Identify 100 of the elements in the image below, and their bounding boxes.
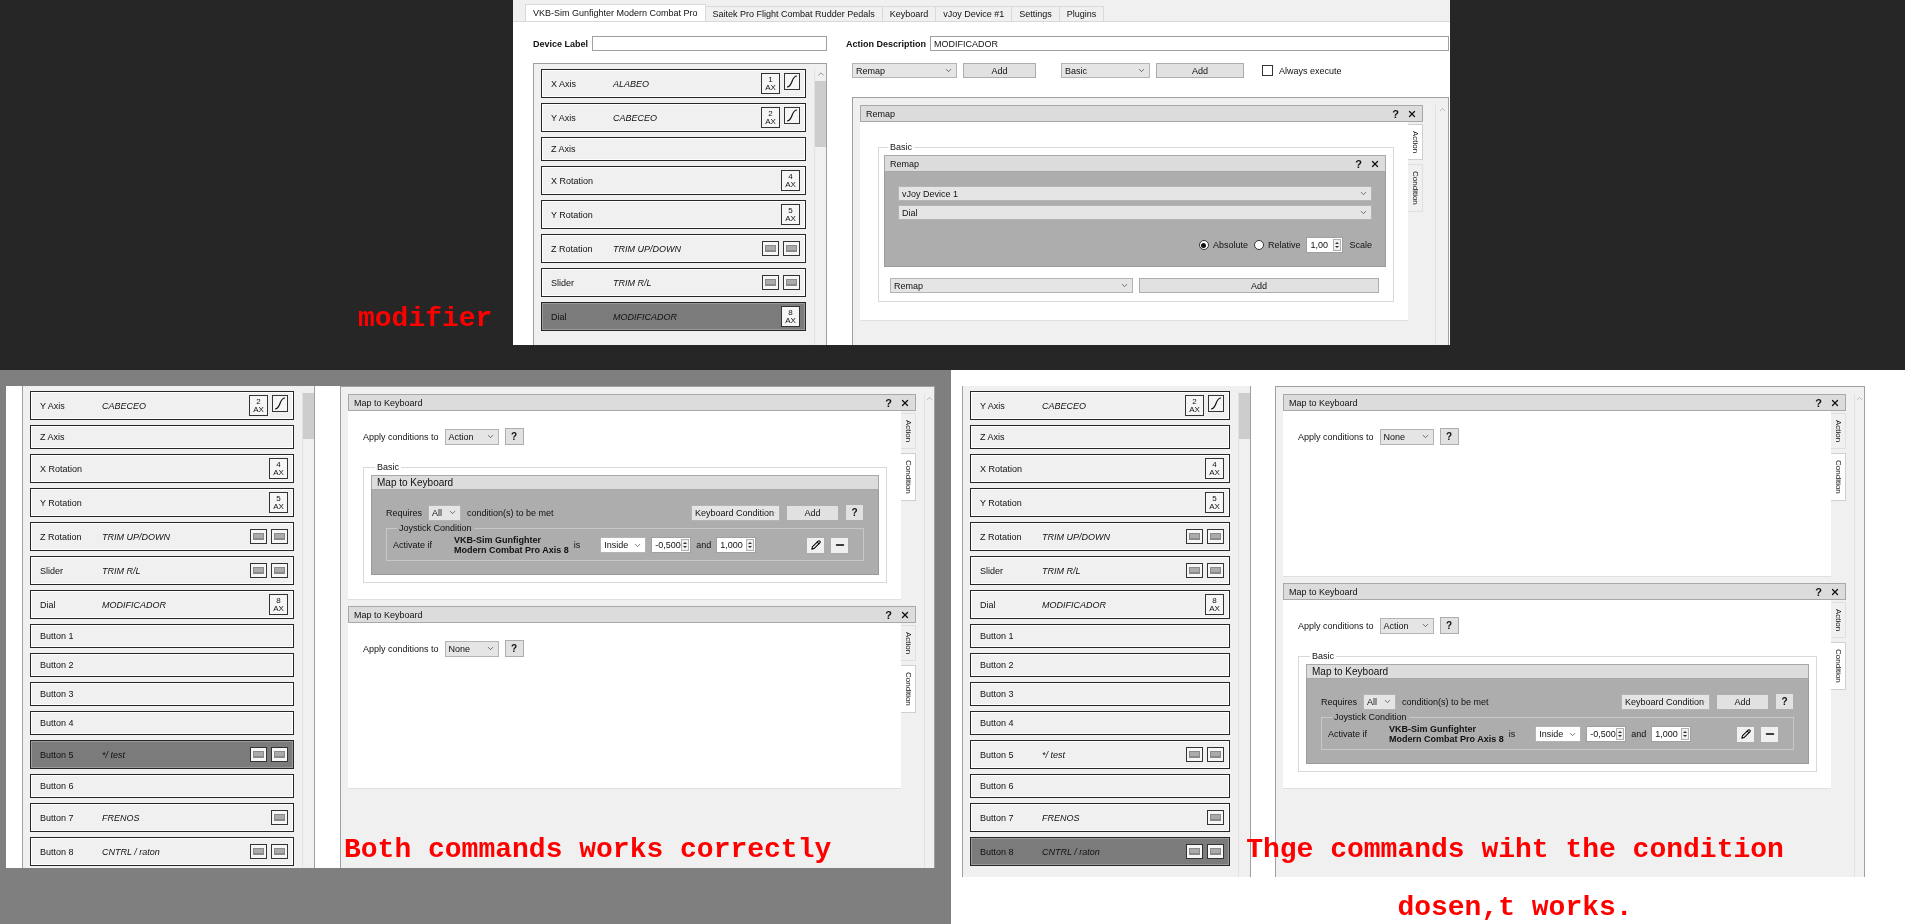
input-item[interactable]: X Rotation 4 AX [970,454,1230,483]
scrollbar-thumb[interactable] [303,393,314,439]
side-tab[interactable]: Action [1831,602,1846,639]
input-item[interactable]: Z Rotation TRIM UP/DOWN [970,522,1230,551]
help-button[interactable]: ? [504,428,524,445]
input-item[interactable]: X Axis ALABEO 1 AX [541,69,806,98]
help-button[interactable]: ? [1775,693,1794,710]
input-item[interactable]: Z Rotation TRIM UP/DOWN [541,234,806,263]
apply-dropdown[interactable]: None [444,640,499,657]
apply-dropdown[interactable]: None [1379,428,1434,445]
input-item[interactable]: Y Axis CABECEO 2 AX [541,103,806,132]
spin-arrows-icon[interactable] [1616,728,1625,740]
input-item[interactable]: Z Axis [970,425,1230,449]
help-button[interactable]: ? [845,504,864,521]
input-item[interactable]: Button 8 CNTRL / raton [30,837,294,866]
input-item[interactable]: Button 1 [30,624,294,648]
requires-dropdown[interactable]: All [428,504,462,521]
help-button[interactable]: ? [1355,157,1362,170]
lower-value-field[interactable]: -0,500 [1586,726,1627,742]
close-icon[interactable] [1407,108,1417,119]
help-button[interactable]: ? [885,396,892,409]
input-item[interactable]: Y Rotation 5 AX [541,200,806,229]
device-tab[interactable]: Plugins [1058,6,1105,21]
upper-value-field[interactable]: 1,000 [1651,726,1692,742]
input-item[interactable]: Button 4 [30,711,294,735]
input-item[interactable]: Button 2 [970,653,1230,677]
close-icon[interactable] [1370,158,1380,169]
apply-dropdown[interactable]: Action [1379,617,1434,634]
input-item[interactable]: Button 7 FRENOS [30,803,294,832]
comparison-dropdown[interactable]: Inside [1535,726,1582,742]
side-tab[interactable]: Condition [901,665,916,714]
device-tab[interactable]: VKB-Sim Gunfighter Modern Combat Pro [525,4,706,21]
side-tab[interactable]: Condition [1831,453,1846,502]
input-item[interactable]: Dial MODIFICADOR 8 AX [970,590,1230,619]
add-type-dropdown[interactable]: Remap [890,278,1133,293]
comparison-dropdown[interactable]: Inside [600,537,647,553]
side-tab[interactable]: Action [1831,413,1846,450]
side-tab[interactable]: Condition [1408,164,1423,213]
input-item[interactable]: X Rotation 4 AX [541,166,806,195]
input-item[interactable]: Button 7 FRENOS [970,803,1230,832]
condition-type-dropdown[interactable]: Keyboard Condition [1621,693,1710,710]
input-item[interactable]: Y Axis CABECEO 2 AX [970,391,1230,420]
input-item[interactable]: Y Rotation 5 AX [970,488,1230,517]
help-button[interactable]: ? [1392,107,1399,120]
lower-value-field[interactable]: -0,500 [651,537,692,553]
spin-arrows-icon[interactable] [1333,239,1342,251]
input-item[interactable]: Button 6 [970,774,1230,798]
upper-value-field[interactable]: 1,000 [716,537,757,553]
side-tab[interactable]: Condition [901,453,916,502]
spin-arrows-icon[interactable] [681,539,690,551]
action-type-dropdown[interactable]: Remap [852,63,957,78]
add-button[interactable]: Add [786,504,839,521]
input-item[interactable]: Button 5 */ test [30,740,294,769]
input-item[interactable]: Slider TRIM R/L [30,556,294,585]
add-button[interactable]: Add [1139,278,1379,293]
input-item[interactable]: Dial MODIFICADOR 8 AX [30,590,294,619]
side-tab[interactable]: Condition [1831,642,1846,691]
input-item[interactable]: Z Rotation TRIM UP/DOWN [30,522,294,551]
close-icon[interactable] [1830,586,1840,597]
condition-type-dropdown[interactable]: Keyboard Condition [691,504,780,521]
input-item[interactable]: Button 1 [970,624,1230,648]
device-dropdown[interactable]: vJoy Device 1 [898,186,1372,201]
close-icon[interactable] [900,397,910,408]
axis-dropdown[interactable]: Dial [898,205,1372,220]
spin-arrows-icon[interactable] [1681,728,1690,740]
help-button[interactable]: ? [504,640,524,657]
side-tab[interactable]: Action [1408,124,1423,161]
input-item[interactable]: Button 2 [30,653,294,677]
device-tab[interactable]: Keyboard [881,6,937,21]
mode-radio[interactable] [1198,240,1209,250]
add-button[interactable]: Add [1716,693,1769,710]
requires-dropdown[interactable]: All [1363,693,1397,710]
help-button[interactable]: ? [885,608,892,621]
container-type-dropdown[interactable]: Basic [1061,63,1150,78]
device-tab[interactable]: vJoy Device #1 [935,6,1013,21]
help-button[interactable]: ? [1439,428,1459,445]
input-item[interactable]: Z Axis [30,425,294,449]
input-item[interactable]: Button 5 */ test [970,740,1230,769]
spin-arrows-icon[interactable] [746,539,755,551]
input-item[interactable]: Y Axis CABECEO 2 AX [30,391,294,420]
input-item[interactable]: Z Axis [541,137,806,161]
input-item[interactable]: Button 6 [30,774,294,798]
input-item[interactable]: X Rotation 4 AX [30,454,294,483]
device-tab[interactable]: Settings [1011,6,1060,21]
scrollbar[interactable] [302,391,314,868]
input-item[interactable]: Dial MODIFICADOR 8 AX [541,302,806,331]
close-icon[interactable] [1830,397,1840,408]
help-button[interactable]: ? [1439,617,1459,634]
mode-radio[interactable] [1253,240,1264,250]
remove-button[interactable] [830,536,849,554]
scrollbar[interactable] [814,69,826,345]
input-item[interactable]: Button 3 [30,682,294,706]
help-button[interactable]: ? [1815,585,1822,598]
help-button[interactable]: ? [1815,396,1822,409]
action-description-field[interactable]: MODIFICADOR [930,36,1449,51]
remove-button[interactable] [1760,725,1779,743]
scrollbar-thumb[interactable] [815,81,826,147]
scale-field[interactable]: 1,00 [1306,237,1344,253]
scrollbar[interactable] [1854,394,1864,877]
input-item[interactable]: Button 8 CNTRL / raton [970,837,1230,866]
